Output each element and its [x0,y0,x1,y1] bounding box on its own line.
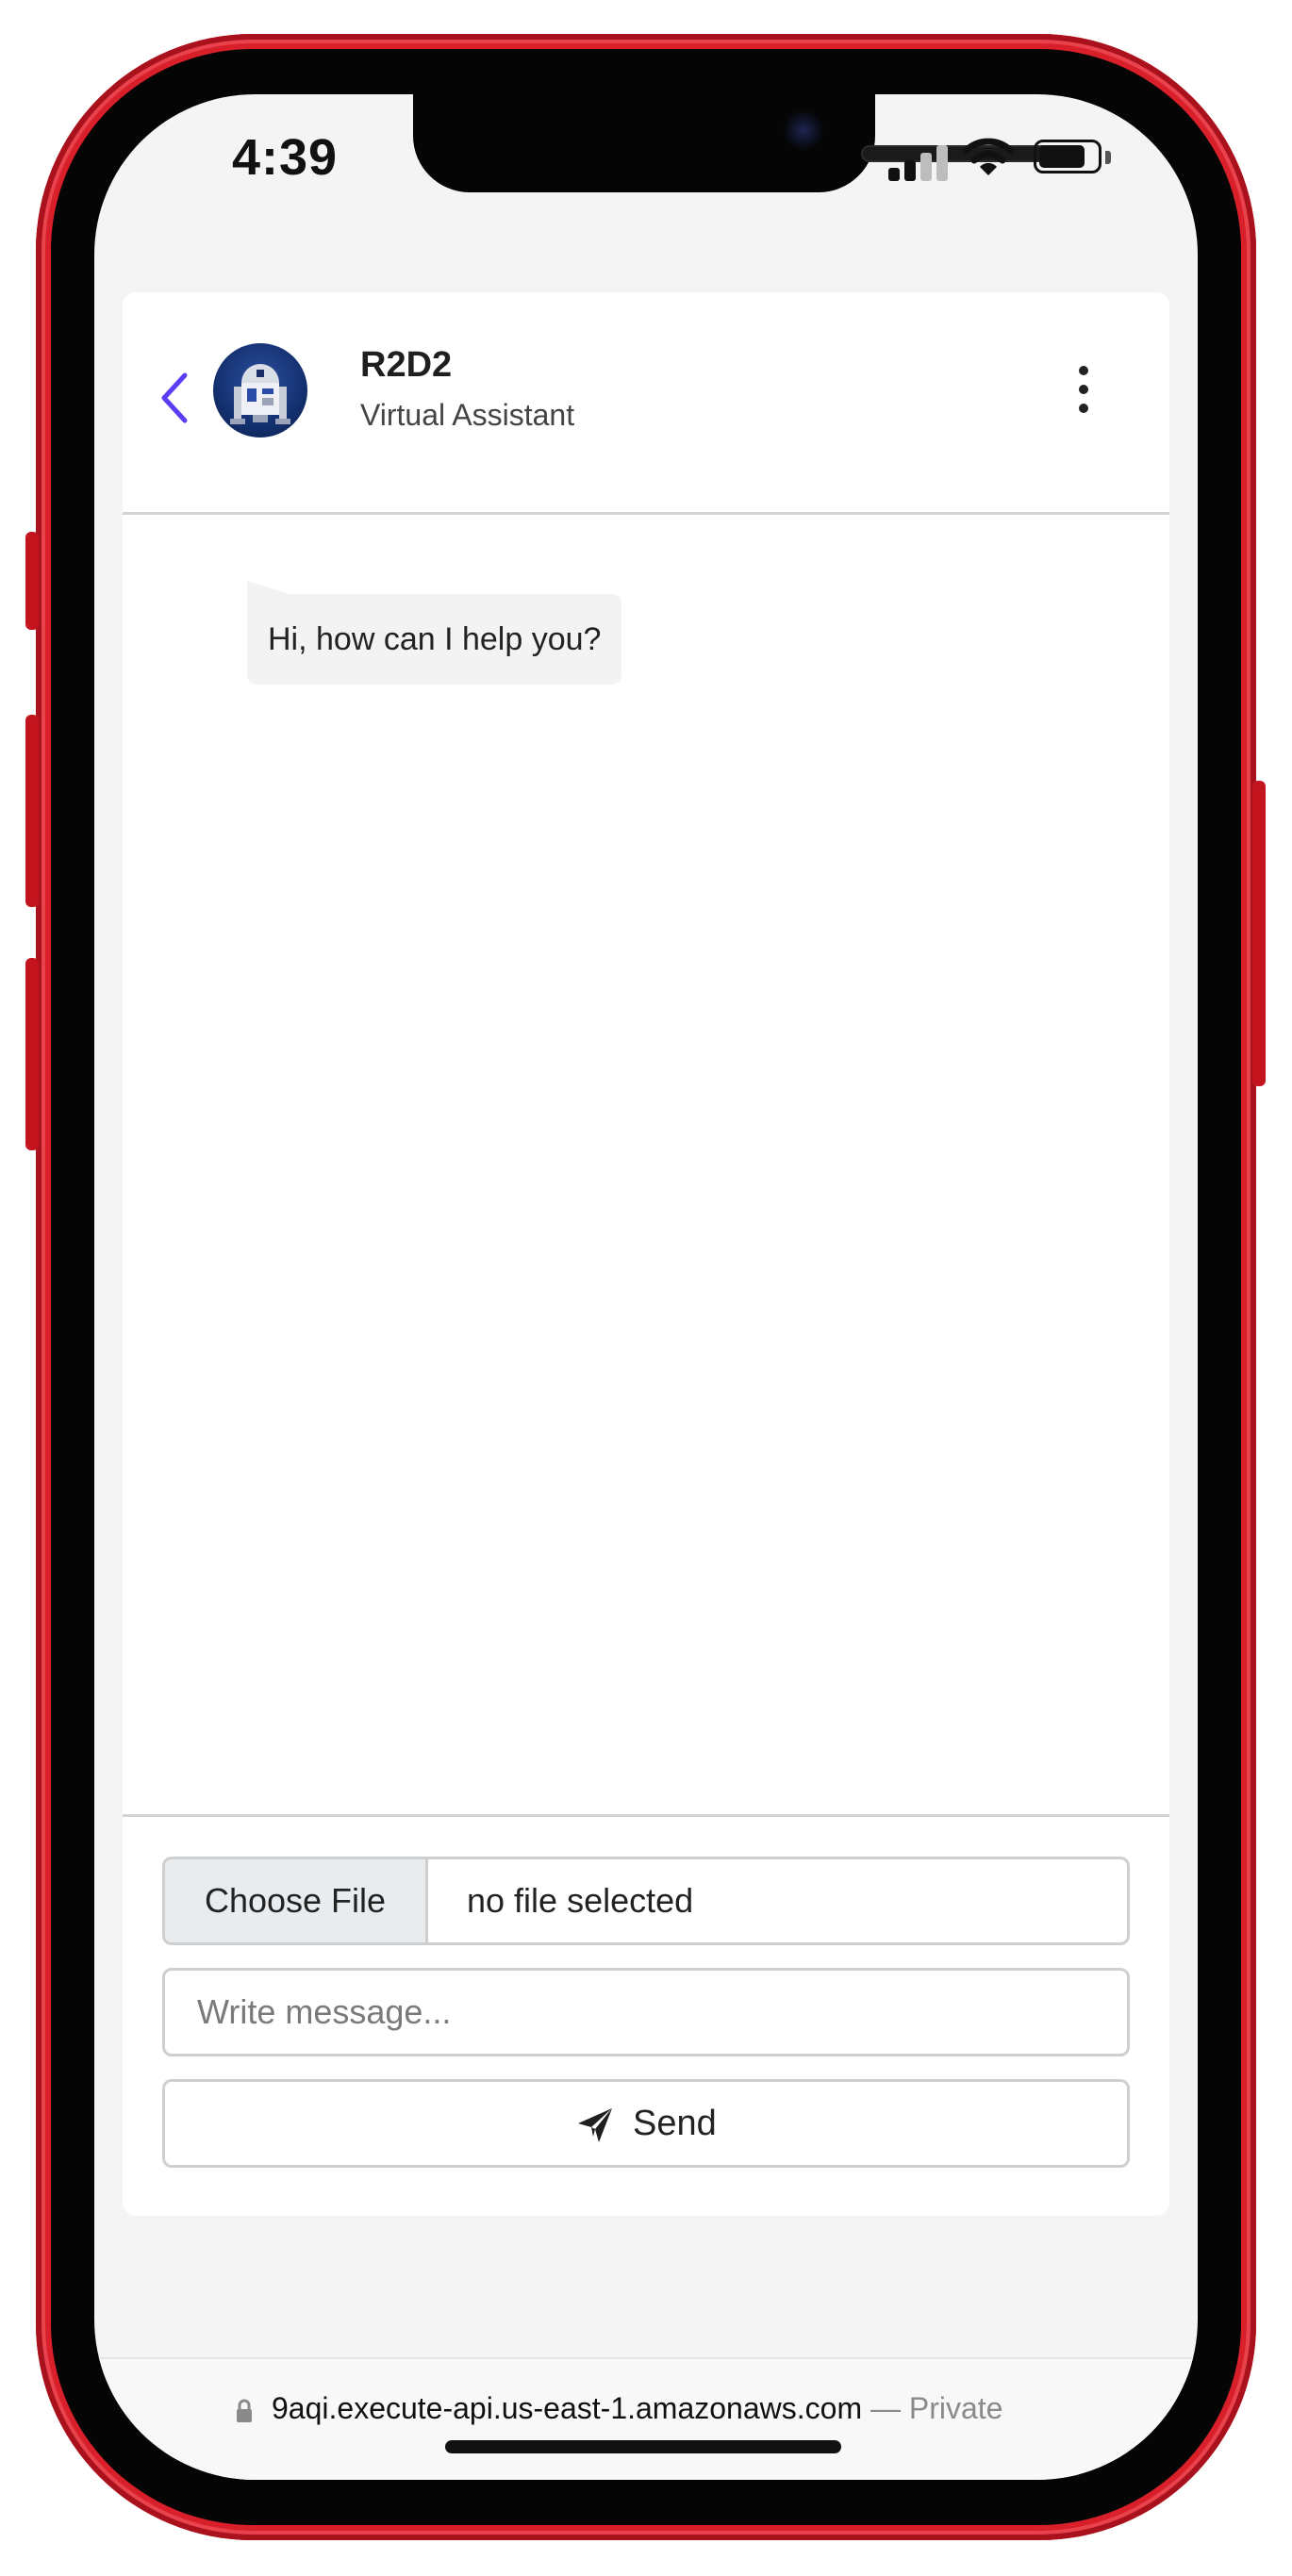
chat-widget: R2D2 Virtual Assistant Hi, how can I hel… [123,292,1169,2216]
battery-icon [1034,140,1113,175]
send-label: Send [633,2104,717,2143]
bot-role: Virtual Assistant [360,398,575,432]
wifi-icon [962,138,1015,175]
kebab-dot [1079,385,1088,394]
signal-bar [920,153,932,181]
kebab-dot [1079,366,1088,375]
file-status: no file selected [467,1881,694,1920]
back-chevron-icon[interactable] [155,370,196,426]
choose-file-button[interactable]: Choose File [165,1859,428,1942]
battery-cap [1105,151,1111,164]
file-input[interactable]: Choose File no file selected [162,1857,1130,1945]
r2d2-robot-icon [230,364,290,424]
signal-bar [936,145,948,181]
lock-icon [237,2399,252,2422]
signal-bar [888,168,900,181]
home-indicator[interactable] [445,2440,841,2453]
message-input[interactable] [162,1968,1130,2056]
mute-switch [25,532,39,630]
volume-down-button [25,958,39,1150]
bot-name: R2D2 [360,345,453,385]
paper-plane-icon [578,2108,612,2142]
avatar [213,343,307,438]
battery-level [1039,145,1085,168]
front-camera [783,109,824,151]
notch [413,94,1064,192]
screen: 4:39 R2D2 Virtual Assistant Hi, how can … [94,94,1198,2480]
more-options-icon[interactable] [1066,355,1100,430]
kebab-dot [1079,404,1088,413]
message-list: Hi, how can I help you? [123,515,1169,1814]
send-button[interactable]: Send [162,2079,1130,2168]
browser-address-bar[interactable]: 9aqi.execute-api.us-east-1.amazonaws.com… [94,2357,1198,2480]
message-composer: Choose File no file selected Send [123,1814,1169,2216]
private-label: — Private [870,2391,1003,2425]
url-text: 9aqi.execute-api.us-east-1.amazonaws.com [272,2391,863,2425]
power-button [1252,781,1266,1086]
chat-header: R2D2 Virtual Assistant [123,292,1169,515]
signal-bar [904,160,916,181]
cellular-signal-icon [888,145,951,181]
status-time: 4:39 [232,129,339,186]
page-url[interactable]: 9aqi.execute-api.us-east-1.amazonaws.com… [272,2391,1002,2426]
bot-message-bubble: Hi, how can I help you? [247,594,622,685]
volume-up-button [25,715,39,907]
